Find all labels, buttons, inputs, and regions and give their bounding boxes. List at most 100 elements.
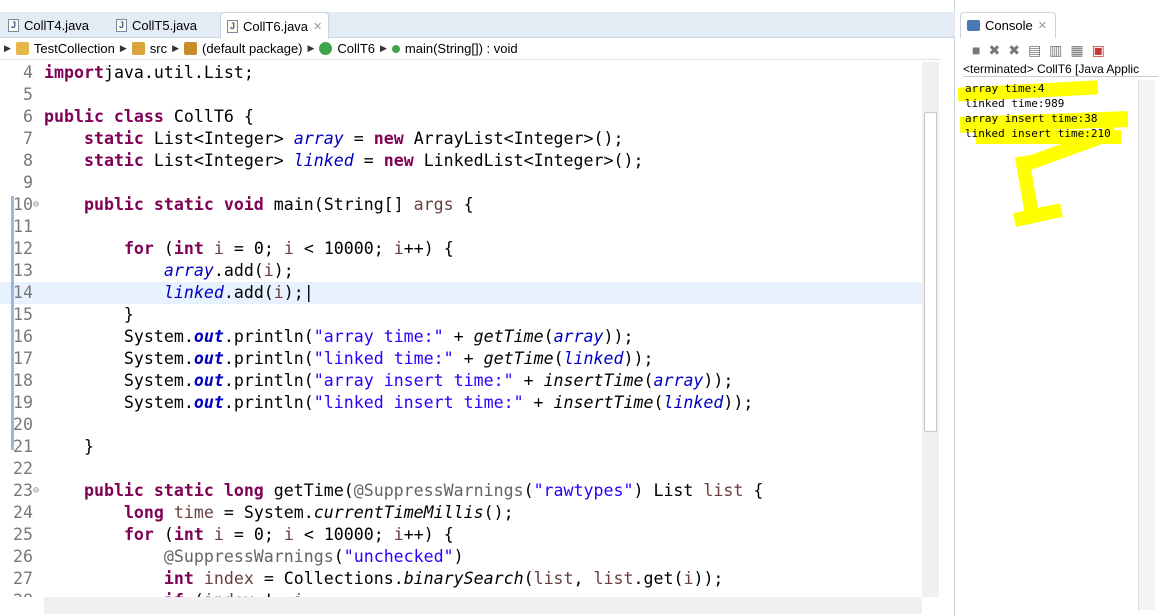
code-line[interactable]: 24 long time = System.currentTimeMillis(…	[0, 502, 922, 524]
code-token: i	[683, 569, 694, 588]
scroll-thumb[interactable]	[924, 112, 937, 432]
remove-launch-icon[interactable]: ✖	[988, 42, 1000, 59]
code-token: System.	[44, 393, 194, 412]
code-text: System.out.println("linked insert time:"…	[44, 392, 753, 414]
code-line[interactable]: 5	[0, 84, 922, 106]
code-token: @SuppressWarnings	[353, 481, 524, 500]
fold-toggle-icon[interactable]: ⊖	[33, 194, 39, 216]
code-token: int	[173, 239, 204, 258]
line-number: 10	[13, 195, 33, 214]
terminate-icon[interactable]: ■	[972, 42, 980, 58]
close-icon[interactable]: ✕	[313, 20, 322, 33]
breadcrumb-package[interactable]: (default package)	[202, 41, 302, 56]
code-line[interactable]: 25 for (int i = 0; i < 10000; i++) {	[0, 524, 922, 546]
code-token: );|	[283, 283, 314, 302]
fold-toggle-icon[interactable]: ⊖	[33, 480, 39, 502]
editor-horizontal-scrollbar[interactable]	[44, 597, 922, 614]
breadcrumb-src[interactable]: src	[150, 41, 167, 56]
tab-collt5[interactable]: J CollT5.java	[110, 12, 203, 38]
line-number: 7	[23, 129, 33, 148]
code-line[interactable]: 16 System.out.println("array time:" + ge…	[0, 326, 922, 348]
code-line[interactable]: 4 importjava.util.List;	[0, 62, 922, 84]
code-line[interactable]: 28 if (index != i	[0, 590, 922, 597]
code-text: static List<Integer> array = new ArrayLi…	[44, 128, 624, 150]
code-text: if (index != i	[44, 590, 304, 597]
tab-console[interactable]: Console ✕	[960, 12, 1056, 38]
code-line[interactable]: 7 static List<Integer> array = new Array…	[0, 128, 922, 150]
clear-console-icon[interactable]: ▤	[1028, 42, 1041, 59]
code-token: time	[173, 503, 214, 522]
tab-collt4[interactable]: J CollT4.java	[2, 12, 95, 38]
code-token: getTime(	[263, 481, 354, 500]
java-editor: J CollT4.java J CollT5.java J CollT6.java ✕ …	[0, 0, 955, 616]
scroll-lock-icon[interactable]: ▥	[1049, 42, 1062, 59]
display-console-icon[interactable]: ▣	[1092, 42, 1105, 59]
code-line[interactable]: 13 array.add(i);	[0, 260, 922, 282]
code-token: (	[523, 481, 534, 500]
java-file-icon: J	[8, 18, 19, 32]
code-token: out	[193, 349, 224, 368]
editor-vertical-scrollbar[interactable]	[922, 62, 939, 597]
class-icon	[319, 42, 333, 55]
remove-all-icon[interactable]: ✖	[1008, 42, 1020, 59]
code-line[interactable]: 19 System.out.println("linked insert tim…	[0, 392, 922, 414]
code-line[interactable]: 27 int index = Collections.binarySearch(…	[0, 568, 922, 590]
code-token: index	[203, 569, 254, 588]
code-area[interactable]: 4 importjava.util.List; 5 6 public class Col…	[0, 62, 922, 597]
code-line[interactable]: 26 @SuppressWarnings("unchecked")	[0, 546, 922, 568]
code-token: =	[353, 151, 384, 170]
code-line[interactable]: 8 static List<Integer> linked = new Link…	[0, 150, 922, 172]
code-text: linked.add(i);|	[44, 282, 314, 304]
code-line[interactable]: 18 System.out.println("array insert time…	[0, 370, 922, 392]
code-text: public class CollT6 {	[44, 106, 254, 128]
code-token: {	[743, 481, 764, 500]
breadcrumb-project[interactable]: TestCollection	[34, 41, 115, 56]
chevron-right-icon: ▶	[172, 43, 180, 53]
code-line[interactable]: 22	[0, 458, 922, 480]
code-token: .get(	[633, 569, 684, 588]
code-line[interactable]: 21 }	[0, 436, 922, 458]
tab-collt6[interactable]: J CollT6.java ✕	[220, 12, 330, 39]
code-token: ,	[573, 569, 594, 588]
code-token: list	[593, 569, 634, 588]
code-token: +	[513, 371, 544, 390]
code-token: list	[533, 569, 574, 588]
code-token: List<Integer>	[143, 129, 294, 148]
breadcrumb-method[interactable]: main(String[]) : void	[405, 41, 518, 56]
code-token: "linked time:"	[313, 349, 454, 368]
breadcrumb-class[interactable]: CollT6	[337, 41, 375, 56]
close-icon[interactable]: ✕	[1038, 19, 1047, 32]
code-line[interactable]: 14 linked.add(i);|	[0, 282, 922, 304]
pin-console-icon[interactable]: ▦	[1070, 42, 1083, 59]
code-text: for (int i = 0; i < 10000; i++) {	[44, 524, 454, 546]
code-line[interactable]: 6 public class CollT6 {	[0, 106, 922, 128]
line-number: 20	[13, 415, 33, 434]
code-token: }	[44, 437, 94, 456]
code-line[interactable]: 12 for (int i = 0; i < 10000; i++) {	[0, 238, 922, 260]
code-token: linked	[293, 151, 354, 170]
code-line[interactable]: 23 ⊖ public static long getTime(@Suppress…	[0, 480, 922, 502]
code-token: public static void	[83, 195, 264, 214]
code-token: import	[44, 63, 104, 82]
code-text: System.out.println("array insert time:" …	[44, 370, 733, 392]
code-line[interactable]: 20	[0, 414, 922, 436]
change-bar	[11, 196, 14, 450]
console-scrollbar[interactable]	[1138, 80, 1155, 610]
code-line[interactable]: 17 System.out.println("linked time:" + g…	[0, 348, 922, 370]
code-line[interactable]: 15 }	[0, 304, 922, 326]
code-line[interactable]: 10 ⊖ public static void main(String[] arg…	[0, 194, 922, 216]
code-token: = 0;	[223, 525, 284, 544]
code-line[interactable]: 9	[0, 172, 922, 194]
console-output[interactable]: array time:4 linked time:989 array inser…	[957, 80, 1138, 610]
code-line[interactable]: 11	[0, 216, 922, 238]
code-token: System.	[44, 371, 194, 390]
code-token: int	[163, 569, 194, 588]
